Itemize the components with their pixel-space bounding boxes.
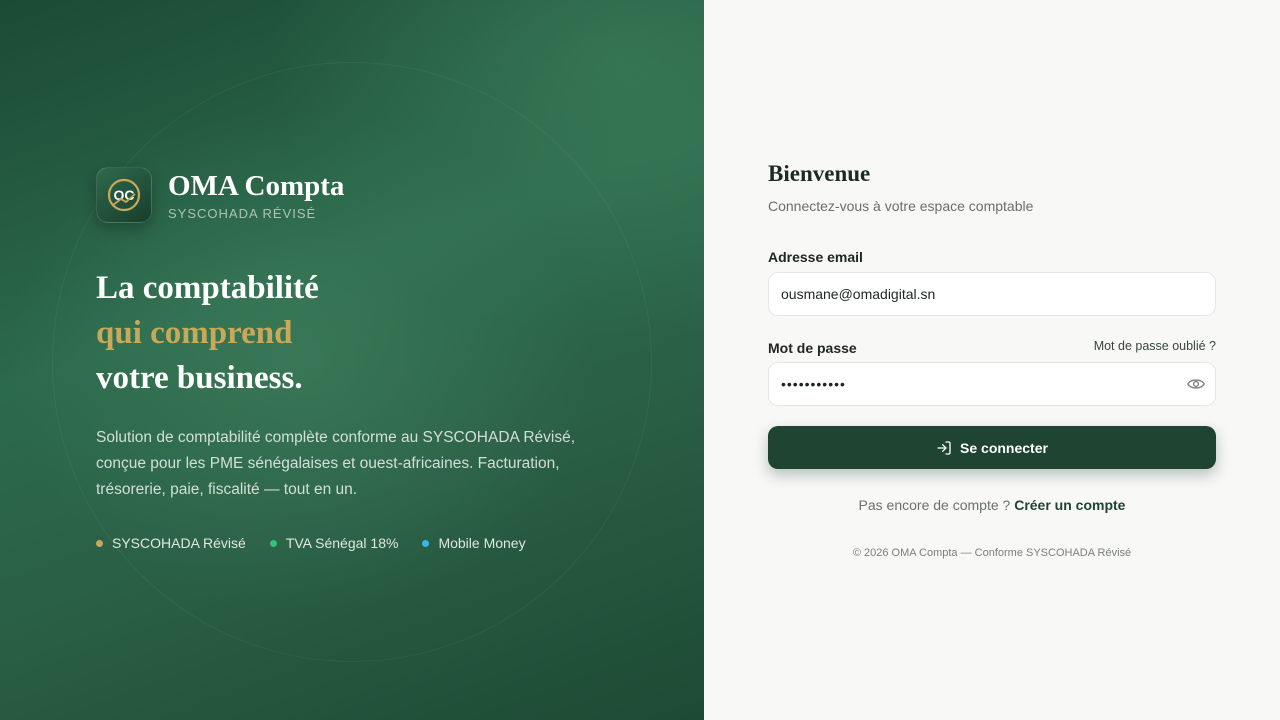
email-field[interactable] — [768, 272, 1216, 316]
brand-subtitle: SYSCOHADA RÉVISÉ — [168, 206, 317, 221]
hero-headline: La comptabilité qui comprend votre busin… — [96, 266, 319, 401]
brand: OC OMA Compta SYSCOHADA RÉVISÉ — [96, 167, 344, 223]
bullet-icon — [96, 539, 103, 547]
login-icon — [937, 440, 951, 455]
bullet-icon — [422, 539, 430, 547]
feature-tag: Mobile Money — [422, 535, 526, 551]
feature-tags: SYSCOHADA Révisé TVA Sénégal 18% Mobile … — [96, 535, 526, 551]
login-form: Bienvenue Connectez-vous à votre espace … — [768, 160, 1216, 559]
feature-tag-label: SYSCOHADA Révisé — [112, 535, 246, 551]
feature-tag: SYSCOHADA Révisé — [96, 535, 246, 551]
logo: OC — [96, 167, 152, 223]
logo-icon: OC — [107, 178, 141, 212]
feature-tag: TVA Sénégal 18% — [269, 535, 399, 551]
password-field[interactable] — [768, 362, 1216, 406]
headline-line-3: votre business. — [96, 360, 303, 396]
feature-tag-label: TVA Sénégal 18% — [285, 535, 399, 551]
forgot-password-link[interactable]: Mot de passe oublié ? — [1094, 339, 1216, 353]
hero-description: Solution de comptabilité complète confor… — [96, 429, 576, 498]
eye-icon[interactable] — [1187, 376, 1205, 392]
brand-name: OMA Compta — [168, 170, 345, 202]
page-subtitle: Connectez-vous à votre espace comptable — [768, 198, 1034, 214]
login-panel: Bienvenue Connectez-vous à votre espace … — [704, 0, 1280, 720]
signup-prompt-text: Pas encore de compte ? — [858, 497, 1011, 513]
feature-tag-label: Mobile Money — [438, 535, 526, 551]
footer-text: © 2026 OMA Compta — Conforme SYSCOHADA R… — [852, 547, 1132, 559]
create-account-link[interactable]: Créer un compte — [1014, 497, 1125, 513]
login-button-label: Se connecter — [960, 439, 1048, 456]
headline-line-1: La comptabilité — [96, 270, 319, 306]
hero-panel: OC OMA Compta SYSCOHADA RÉVISÉ La compta… — [0, 0, 704, 720]
bullet-icon — [269, 539, 277, 547]
login-button[interactable]: Se connecter — [768, 426, 1216, 469]
page-title: Bienvenue — [768, 161, 871, 186]
password-label: Mot de passe — [768, 340, 857, 356]
email-label: Adresse email — [768, 249, 863, 265]
headline-line-2: qui comprend — [96, 315, 293, 351]
signup-prompt: Pas encore de compte ? Créer un compte — [768, 497, 1216, 513]
